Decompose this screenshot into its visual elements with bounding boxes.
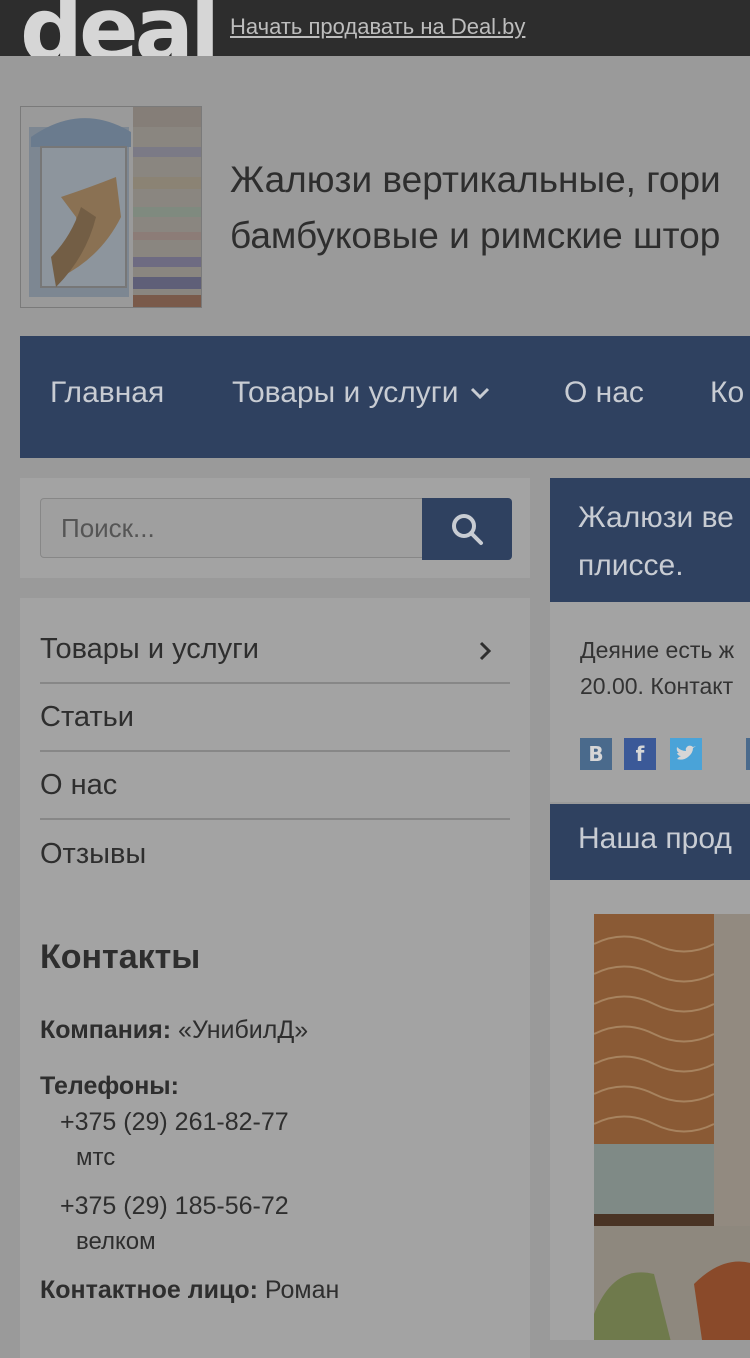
company-label: Компания: [40,1016,172,1044]
nav-item-label: Товары и услуги [232,376,459,409]
company-logo-image[interactable] [20,106,202,308]
site-title-line2: бамбуковые и римские штор [230,215,721,256]
sidebar-item-reviews[interactable]: Отзывы [40,820,510,888]
contact-person-row: Контактное лицо: Роман [40,1276,339,1305]
search-panel [20,478,530,578]
search-icon [452,514,483,545]
contact-person-label: Контактное лицо: [40,1276,258,1304]
deal-logo[interactable]: deal [20,0,220,56]
sidebar-item-label: Статьи [40,700,134,733]
main-heading-panel: Жалюзи ве плиссе. [550,478,750,602]
vk-icon[interactable]: B [580,738,612,770]
twitter-icon[interactable] [670,738,702,770]
facebook-icon[interactable]: f [624,738,656,770]
sidebar-item-label: Отзывы [40,837,147,870]
product-image[interactable] [594,914,750,1340]
site-title: Жалюзи вертикальные, гори бамбуковые и р… [230,152,750,264]
start-selling-link[interactable]: Начать продавать на Deal.by [230,14,525,40]
main-heading: Жалюзи ве плиссе. [578,501,734,582]
company-row: Компания: «УнибилД» [40,1016,308,1045]
chevron-down-icon [470,387,489,400]
company-value: «УнибилД» [178,1016,309,1044]
contacts-heading: Контакты [40,938,201,976]
nav-item-label: Главная [50,376,165,409]
phone-number[interactable]: +375 (29) 261-82-77 [60,1108,289,1137]
sidebar-item-articles[interactable]: Статьи [40,684,510,752]
phones-label: Телефоны: [40,1072,179,1100]
phone-operator: мтс [76,1144,116,1171]
search-input[interactable] [40,498,424,558]
site-title-line1: Жалюзи вертикальные, гори [230,159,721,200]
product-panel [550,880,750,1340]
sidebar: Товары и услуги Статьи О нас Отзывы Конт… [20,598,530,1358]
main-description-panel: Деяние есть ж 20.00. Контакт B f [550,602,750,802]
chevron-right-icon [479,641,492,661]
main-nav: Главная Товары и услуги О нас Ко [20,336,750,458]
top-bar: deal Начать продавать на Deal.by [0,0,750,56]
nav-item-label: О нас [564,376,644,409]
sidebar-item-label: О нас [40,768,118,801]
sidebar-item-about[interactable]: О нас [40,752,510,820]
products-heading: Наша прод [578,822,732,855]
nav-item-home[interactable]: Главная [50,376,164,410]
search-button[interactable] [422,498,512,560]
twitter-bird-icon [676,745,696,760]
phone-operator: велком [76,1228,156,1255]
nav-item-products[interactable]: Товары и услуги [232,376,491,410]
main-description: Деяние есть ж 20.00. Контакт [580,637,735,699]
sidebar-item-label: Товары и услуги [40,632,259,665]
nav-item-about[interactable]: О нас [564,376,644,410]
contact-person-value: Роман [264,1276,340,1304]
share-icon[interactable] [746,738,750,770]
products-heading-panel: Наша прод [550,804,750,880]
phone-number[interactable]: +375 (29) 185-56-72 [60,1192,289,1221]
sidebar-item-products[interactable]: Товары и услуги [40,616,510,684]
nav-item-contacts[interactable]: Ко [710,376,744,410]
nav-item-label: Ко [710,376,745,409]
